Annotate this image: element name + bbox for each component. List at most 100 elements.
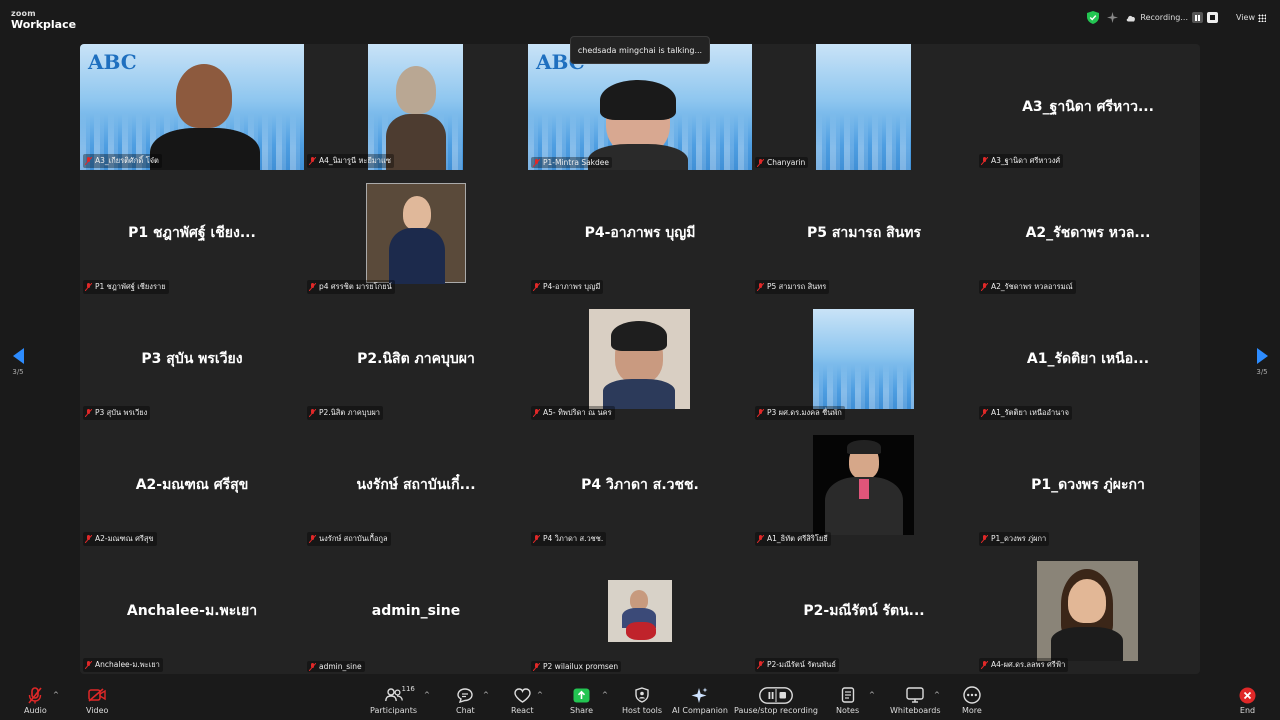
participant-name-label: P3 ผศ.ดร.มงคล ชื่นพัก — [755, 406, 845, 420]
name-text: P4-อาภาพร บุญมี — [543, 282, 601, 291]
participant-tile[interactable]: นงรักษ์ สถาบันเกี๋... นงรักษ์ สถาบันเกื้… — [304, 422, 528, 548]
participant-tile[interactable]: A1_ธิทัต ศรีสิริโยธี — [752, 422, 976, 548]
participant-tile[interactable]: P2-มณีรัตน์ รัตน... P2-มณีรัตน์ รัตนพันธ… — [752, 548, 976, 674]
participant-video — [813, 309, 914, 409]
participant-display-name: P2-มณีรัตน์ รัตน... — [803, 603, 925, 619]
audio-button[interactable]: Audio — [24, 686, 47, 715]
participant-name-label: Anchalee-ม.พะเยา — [83, 658, 163, 672]
participants-button[interactable]: 116 Participants — [370, 685, 417, 715]
participant-tile[interactable]: P2.นิสิต ภาคบุบผา P2.นิสิต ภาคบุบผา — [304, 296, 528, 422]
participant-name-label: P1_ดวงพร ภู่ผกา — [979, 532, 1050, 546]
mic-muted-icon — [309, 535, 316, 543]
previous-page-button[interactable]: 3/5 — [3, 348, 33, 376]
participant-display-name: P4-อาภาพร บุญมี — [584, 225, 696, 241]
end-label: End — [1239, 706, 1256, 715]
participant-tile[interactable]: P4-อาภาพร บุญมี P4-อาภาพร บุญมี — [528, 170, 752, 296]
participant-tile[interactable]: ABC A3_เกียรติศักดิ์ โจ๋ต — [80, 44, 304, 170]
video-button[interactable]: Video — [86, 686, 108, 715]
participant-tile[interactable]: A2_รัชดาพร หวล... A2_รัชดาพร หวลอารมณ์ — [976, 170, 1200, 296]
participant-tile[interactable]: P3 สุบัน พรเวียง P3 สุบัน พรเวียง — [80, 296, 304, 422]
participant-name-label: P4 วิภาดา ส.วชช. — [531, 532, 607, 546]
name-text: P1 ชฎาพัศฐ์ เชียงราย — [95, 282, 166, 291]
participant-tile[interactable]: P4 วิภาดา ส.วชช. P4 วิภาดา ส.วชช. — [528, 422, 752, 548]
meeting-toolbar: Audio ^ Video 116 Participants ^ Chat ^ … — [0, 682, 1280, 720]
view-button[interactable]: View — [1236, 13, 1266, 22]
ai-sparkle-icon[interactable] — [1107, 12, 1119, 23]
mic-muted-icon — [533, 158, 540, 167]
participant-video — [816, 44, 911, 170]
participant-tile[interactable]: A5- ทิพปริดา ณ นคร — [528, 296, 752, 422]
share-options-chevron-icon[interactable]: ^ — [602, 691, 608, 699]
participant-display-name: P1 ชฎาพัศฐ์ เชียง... — [128, 225, 256, 241]
react-label: React — [511, 706, 534, 715]
ai-companion-button[interactable]: AI Companion — [672, 686, 728, 715]
ai-companion-label: AI Companion — [672, 706, 728, 715]
participant-tile[interactable]: P1_ดวงพร ภู่ผะกา P1_ดวงพร ภู่ผกา — [976, 422, 1200, 548]
grid-view-icon — [1258, 13, 1266, 22]
participants-icon — [384, 688, 403, 702]
participant-tile[interactable]: A2-มณฑณ ศรีสุข A2-มณฑณ ศรีสุข — [80, 422, 304, 548]
participants-options-chevron-icon[interactable]: ^ — [424, 691, 430, 699]
participant-video — [589, 309, 690, 409]
host-tools-button[interactable]: Host tools — [622, 686, 662, 715]
participant-video: ABC — [80, 44, 304, 170]
participant-tile[interactable]: P5 สามารถ สินทร P5 สามารถ สินทร — [752, 170, 976, 296]
whiteboards-button[interactable]: Whiteboards — [890, 686, 941, 715]
mic-muted-icon — [981, 409, 988, 417]
host-tools-label: Host tools — [622, 706, 663, 715]
name-text: P1_ดวงพร ภู่ผกา — [991, 534, 1047, 543]
mic-muted-icon — [309, 283, 316, 291]
notes-options-chevron-icon[interactable]: ^ — [869, 691, 875, 699]
participants-label: Participants — [370, 706, 417, 715]
mic-muted-icon — [309, 157, 316, 165]
participant-tile[interactable]: P2 wilailux promsen — [528, 548, 752, 674]
shield-icon — [635, 687, 649, 703]
more-label: More — [962, 706, 982, 715]
mic-muted-icon — [533, 662, 540, 671]
audio-options-chevron-icon[interactable]: ^ — [53, 691, 59, 699]
more-icon — [963, 686, 981, 704]
chat-button[interactable]: Chat — [456, 686, 475, 715]
encryption-shield-icon[interactable] — [1087, 11, 1100, 24]
participant-display-name: A1_รัดติยา เหนือ... — [1026, 351, 1150, 367]
participant-tile[interactable]: Anchalee-ม.พะเยา Anchalee-ม.พะเยา — [80, 548, 304, 674]
pause-recording-button[interactable] — [1192, 12, 1204, 23]
participant-display-name: P2.นิสิต ภาคบุบผา — [357, 351, 475, 367]
name-text: P2 wilailux promsen — [543, 662, 619, 671]
participant-tile[interactable]: Chanyarin — [752, 44, 976, 170]
participant-tile[interactable]: A4_นิมารูนี หะยีมาแซ — [304, 44, 528, 170]
next-page-button[interactable]: 3/5 — [1247, 348, 1277, 376]
participant-name-label: P1-Mintra Sakdee — [531, 157, 613, 168]
more-button[interactable]: More — [962, 686, 982, 715]
name-text: A2_รัชดาพร หวลอารมณ์ — [991, 282, 1073, 291]
stop-recording-button[interactable] — [1207, 12, 1219, 23]
react-options-chevron-icon[interactable]: ^ — [537, 691, 543, 699]
react-button[interactable]: React — [511, 686, 534, 715]
mic-muted-icon — [757, 409, 764, 417]
chat-options-chevron-icon[interactable]: ^ — [483, 691, 489, 699]
participant-tile[interactable]: admin_sine admin_sine — [304, 548, 528, 674]
participant-tile[interactable]: p4 ศรรชิต มารยโกยน์ — [304, 170, 528, 296]
mic-muted-icon — [981, 535, 988, 543]
ai-sparkle-icon — [691, 687, 708, 703]
participant-name-label: A3_ฐานิดา ศรีหาวงศ์ — [979, 154, 1064, 168]
participant-video — [608, 580, 672, 642]
participant-tile[interactable]: P1 ชฎาพัศฐ์ เชียง... P1 ชฎาพัศฐ์ เชียงรา… — [80, 170, 304, 296]
participant-display-name: A3_ฐานิดา ศรีหาว... — [1022, 99, 1154, 115]
mic-muted-icon — [85, 283, 92, 291]
end-meeting-button[interactable]: End — [1239, 686, 1256, 715]
participant-tile[interactable]: A3_ฐานิดา ศรีหาว... A3_ฐานิดา ศรีหาวงศ์ — [976, 44, 1200, 170]
whiteboards-options-chevron-icon[interactable]: ^ — [934, 691, 940, 699]
share-button[interactable]: Share — [570, 686, 593, 715]
participant-display-name: admin_sine — [371, 603, 461, 619]
recording-label: Recording... — [1140, 13, 1189, 22]
participant-tile[interactable]: A4-ผศ.ดร.ลลพร ศรีฟ้า — [976, 548, 1200, 674]
name-text: A5- ทิพปริดา ณ นคร — [543, 408, 612, 417]
notes-button[interactable]: Notes — [836, 686, 859, 715]
participant-tile[interactable]: P3 ผศ.ดร.มงคล ชื่นพัก — [752, 296, 976, 422]
participant-name-label: admin_sine — [307, 661, 365, 672]
mic-muted-icon — [757, 158, 764, 167]
participant-tile[interactable]: A1_รัดติยา เหนือ... A1_รัตติยา เหนืออำนา… — [976, 296, 1200, 422]
pause-stop-recording-button[interactable]: Pause/stop recording — [734, 686, 818, 715]
arrow-left-icon — [12, 348, 24, 364]
